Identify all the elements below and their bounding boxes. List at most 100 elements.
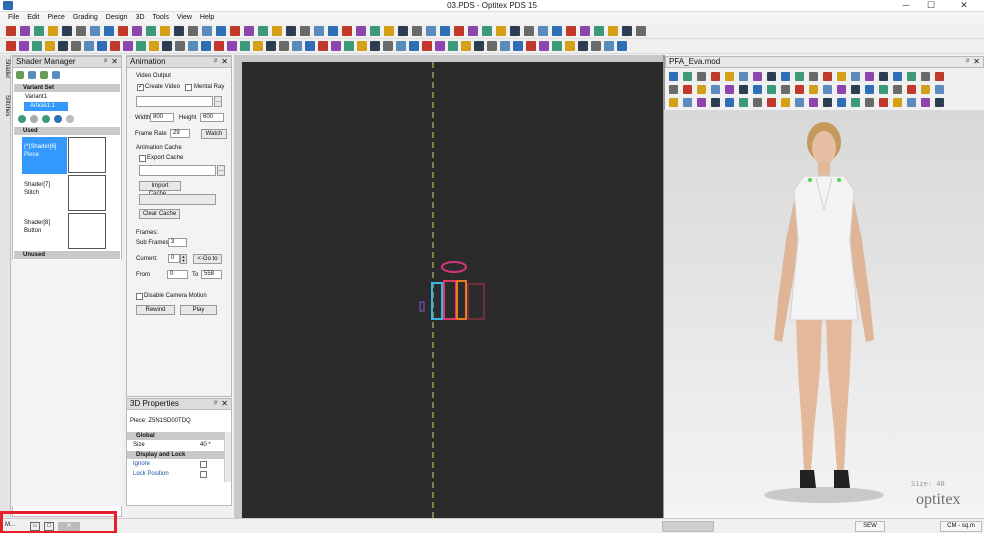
view3d-tool-icon[interactable] [809, 85, 818, 94]
toolbar-tool-icon[interactable] [48, 26, 58, 36]
toolbar-tool-icon[interactable] [32, 41, 42, 51]
toolbar-tool-icon[interactable] [258, 26, 268, 36]
toolbar-tool-icon[interactable] [608, 26, 618, 36]
view3d-tool-icon[interactable] [725, 72, 734, 81]
minimize-button[interactable]: ─ [895, 0, 917, 12]
toolbar-tool-icon[interactable] [566, 26, 576, 36]
view3d-tool-icon[interactable] [809, 72, 818, 81]
view3d-tool-icon[interactable] [669, 85, 678, 94]
pattern-piece[interactable] [467, 283, 485, 320]
toolbar-tool-icon[interactable] [20, 26, 30, 36]
view3d-tool-icon[interactable] [879, 98, 888, 107]
shader-row[interactable]: Shader[8] Button [22, 213, 67, 250]
close-button[interactable]: ✕ [944, 0, 984, 12]
view3d-tool-icon[interactable] [907, 98, 916, 107]
shader-row-selected[interactable]: (*)Shader[6] Piece [22, 137, 67, 174]
size-value[interactable]: 40 * [200, 442, 211, 448]
view3d-tool-icon[interactable] [823, 72, 832, 81]
to-input[interactable]: 558 [201, 270, 222, 279]
toolbar-tool-icon[interactable] [202, 26, 212, 36]
height-input[interactable]: 600 [200, 113, 224, 122]
view3d-tool-icon[interactable] [711, 72, 720, 81]
side-tab-shader[interactable]: Shader [1, 59, 10, 91]
close-icon[interactable]: ✕ [221, 399, 228, 409]
toolbar-tool-icon[interactable] [468, 26, 478, 36]
view3d-tool-icon[interactable] [739, 98, 748, 107]
pattern-canvas[interactable] [242, 62, 663, 518]
video-path-input[interactable] [136, 96, 213, 107]
toolbar-tool-icon[interactable] [510, 26, 520, 36]
view3d-tool-icon[interactable] [865, 72, 874, 81]
cache-browse-button[interactable]: … [217, 165, 225, 176]
view3d-tool-icon[interactable] [851, 85, 860, 94]
pin-icon[interactable]: ᵖ [214, 399, 217, 409]
toolbar-tool-icon[interactable] [175, 41, 185, 51]
view3d-tool-icon[interactable] [921, 72, 930, 81]
view3d-tool-icon[interactable] [795, 72, 804, 81]
toolbar-tool-icon[interactable] [123, 41, 133, 51]
toolbar-tool-icon[interactable] [58, 41, 68, 51]
toolbar-tool-icon[interactable] [118, 26, 128, 36]
menu-edit[interactable]: Edit [23, 12, 43, 24]
goto-button[interactable]: <-Go to [193, 254, 222, 264]
toolbar-tool-icon[interactable] [84, 41, 94, 51]
view3d-tool-icon[interactable] [767, 85, 776, 94]
view3d-tool-icon[interactable] [907, 72, 916, 81]
pattern-pieces[interactable] [419, 261, 485, 320]
toolbar-tool-icon[interactable] [34, 26, 44, 36]
view3d-tool-icon[interactable] [781, 85, 790, 94]
from-input[interactable]: 0 [167, 270, 188, 279]
disable-camera-checkbox[interactable] [136, 293, 143, 300]
toolbar-tool-icon[interactable] [357, 41, 367, 51]
toolbar-tool-icon[interactable] [6, 41, 16, 51]
toolbar-tool-icon[interactable] [240, 41, 250, 51]
toolbar-tool-icon[interactable] [136, 41, 146, 51]
display-lock-section[interactable]: Display and Lock [127, 451, 224, 459]
view3d-tool-icon[interactable] [711, 98, 720, 107]
view3d-tool-icon[interactable] [669, 72, 678, 81]
toolbar-tool-icon[interactable] [314, 26, 324, 36]
toolbar-tool-icon[interactable] [227, 41, 237, 51]
toolbar-tool-icon[interactable] [272, 26, 282, 36]
toolbar-tool-icon[interactable] [383, 41, 393, 51]
play-button[interactable]: Play [180, 305, 217, 315]
toolbar-tool-icon[interactable] [45, 41, 55, 51]
side-tab-stitches[interactable]: Stitches [1, 95, 10, 131]
toolbar-tool-icon[interactable] [370, 26, 380, 36]
maximize-button[interactable]: ☐ [920, 0, 942, 12]
view3d-canvas[interactable]: Size: 40 optitex [664, 110, 984, 518]
article-item[interactable]: Article1.1 [24, 102, 68, 111]
add-icon[interactable] [18, 115, 26, 123]
toolbar-tool-icon[interactable] [370, 41, 380, 51]
view3d-tool-icon[interactable] [865, 98, 874, 107]
toolbar-tool-icon[interactable] [482, 26, 492, 36]
view3d-tool-icon[interactable] [823, 85, 832, 94]
view3d-tool-icon[interactable] [921, 98, 930, 107]
toolbar-tool-icon[interactable] [422, 41, 432, 51]
unused-section[interactable]: Unused [14, 251, 120, 259]
toolbar-tool-icon[interactable] [474, 41, 484, 51]
close-icon[interactable]: ✕ [221, 57, 228, 67]
shader-tool-icon[interactable] [28, 71, 36, 79]
toolbar-tool-icon[interactable] [412, 26, 422, 36]
toolbar-tool-icon[interactable] [328, 26, 338, 36]
shader-tool-icon[interactable] [16, 71, 24, 79]
toolbar-tool-icon[interactable] [230, 26, 240, 36]
toolbar-tool-icon[interactable] [253, 41, 263, 51]
view3d-tool-icon[interactable] [823, 98, 832, 107]
view3d-tool-icon[interactable] [921, 85, 930, 94]
view3d-tool-icon[interactable] [781, 72, 790, 81]
clear-cache-button[interactable]: Clear Cache [139, 209, 180, 219]
view3d-tool-icon[interactable] [865, 85, 874, 94]
status-icons[interactable] [662, 521, 714, 532]
pin-icon[interactable]: ᵖ [966, 57, 969, 67]
shader-swatch[interactable] [68, 137, 106, 173]
view3d-tool-icon[interactable] [935, 98, 944, 107]
view3d-tool-icon[interactable] [837, 85, 846, 94]
toolbar-tool-icon[interactable] [97, 41, 107, 51]
view3d-tool-icon[interactable] [851, 72, 860, 81]
toolbar-tool-icon[interactable] [384, 26, 394, 36]
toolbar-tool-icon[interactable] [513, 41, 523, 51]
view3d-tool-icon[interactable] [907, 85, 916, 94]
pin-icon[interactable]: ᵖ [214, 57, 217, 67]
